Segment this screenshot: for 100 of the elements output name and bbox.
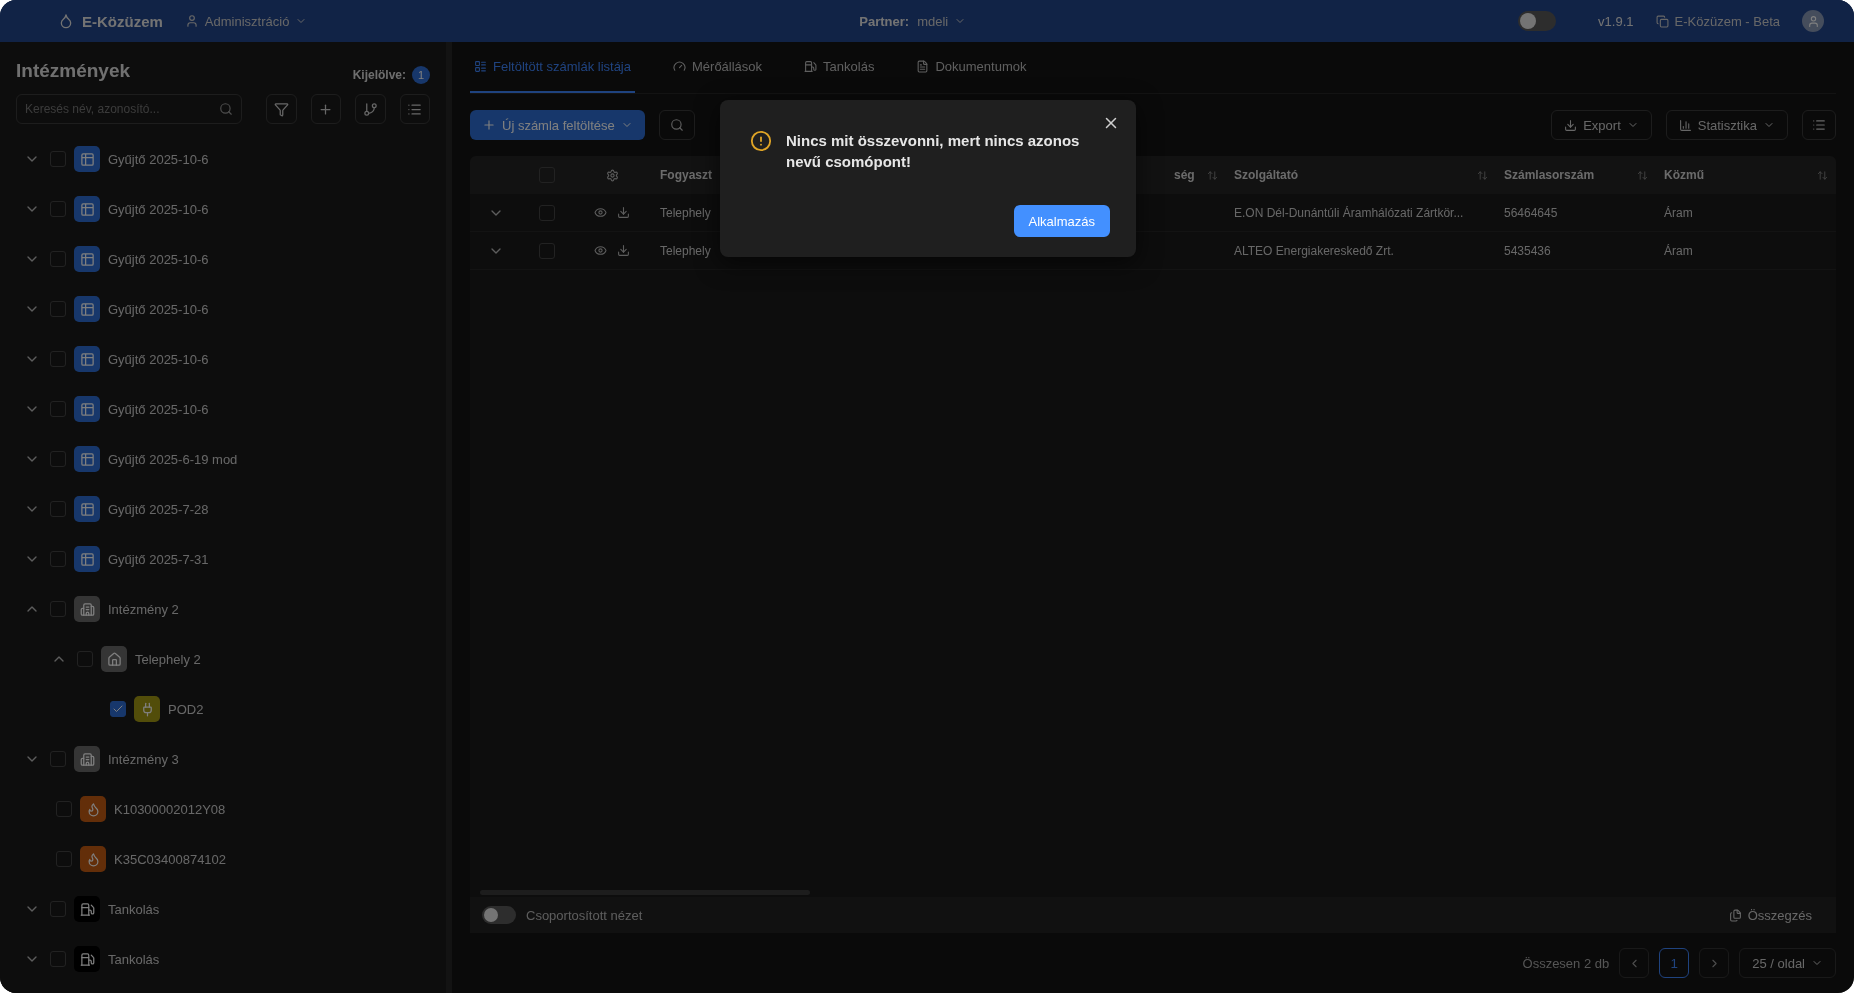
tree-item[interactable]: Gyűjtő 2025-6-19 mod: [108, 451, 238, 467]
apply-button[interactable]: Alkalmazás: [1013, 205, 1110, 237]
tree-item[interactable]: Gyűjtő 2025-10-6: [108, 401, 209, 417]
tab-icon: [673, 60, 686, 73]
tree-item[interactable]: Tankolás: [108, 951, 160, 967]
files-icon: [1728, 908, 1742, 922]
beta-link[interactable]: E-Közüzem - Beta: [1655, 6, 1780, 36]
bar-chart-icon: [1678, 118, 1692, 132]
page-size-select[interactable]: 25 / oldal: [1739, 948, 1836, 978]
view-icon[interactable]: [594, 244, 607, 257]
sort-icon[interactable]: [1207, 169, 1218, 181]
tree-item[interactable]: POD2: [168, 701, 204, 717]
plus-icon: [482, 118, 496, 132]
branch-icon: [362, 101, 378, 117]
plug-icon: [134, 696, 160, 722]
tab[interactable]: Tankolás: [800, 42, 879, 93]
download-icon[interactable]: [617, 244, 630, 257]
download-icon[interactable]: [617, 206, 630, 219]
add-button[interactable]: [310, 94, 341, 124]
column-header[interactable]: Fogyaszt: [652, 168, 722, 182]
theme-toggle[interactable]: [1518, 11, 1557, 31]
checkmark-icon: [112, 703, 124, 715]
column-header[interactable]: Számlasorszám: [1496, 168, 1656, 182]
house-icon: [101, 646, 127, 672]
tree-item[interactable]: Gyűjtő 2025-10-6: [108, 301, 209, 317]
fuel-pump-icon: [74, 946, 100, 972]
view-icon[interactable]: [594, 206, 607, 219]
tree-item[interactable]: Gyűjtő 2025-7-31: [108, 551, 209, 567]
tab-icon: [474, 60, 487, 73]
dialog-message: Nincs mit összevonni, mert nincs azonos nevű csomópont!: [786, 131, 1081, 172]
drop-icon: [58, 13, 74, 29]
flame-icon: [80, 796, 106, 822]
statistics-button[interactable]: Statisztika: [1665, 110, 1788, 140]
column-header[interactable]: Szolgáltató: [1226, 168, 1496, 182]
tree-item[interactable]: Gyűjtő 2025-10-6: [108, 201, 209, 217]
column-header[interactable]: ség: [1166, 168, 1226, 182]
plus-icon: [318, 101, 334, 117]
tree-item[interactable]: Gyűjtő 2025-7-28: [108, 501, 209, 517]
sort-icon[interactable]: [1637, 169, 1648, 181]
building-icon: [74, 596, 100, 622]
tab[interactable]: Dokumentumok: [912, 42, 1031, 93]
flame-icon: [80, 846, 106, 872]
partner-label: Partner:: [859, 13, 910, 29]
tab[interactable]: Mérőállások: [669, 42, 767, 93]
avatar-icon[interactable]: [1802, 10, 1824, 32]
tree-item[interactable]: Gyűjtő 2025-10-6: [108, 151, 209, 167]
partner-select[interactable]: mdeli: [917, 6, 967, 36]
table-cell-text: Telephely: [659, 243, 712, 258]
sort-icon[interactable]: [1477, 169, 1488, 181]
table-cell-text: E.ON Dél-Dunántúli Áramhálózati Zártkör...: [1233, 205, 1465, 220]
list-icon: [407, 101, 423, 117]
tree-item[interactable]: K10300002012Y08: [114, 801, 226, 817]
version-label: v1.9.1: [1598, 13, 1634, 29]
tree-item[interactable]: Gyűjtő 2025-10-6: [108, 351, 209, 367]
tree-item[interactable]: Gyűjtő 2025-10-6: [108, 251, 209, 267]
app-name: E-Közüzem: [82, 12, 163, 30]
page-button[interactable]: 1: [1659, 948, 1690, 978]
funnel-icon: [273, 101, 289, 117]
download-icon: [1564, 118, 1578, 132]
merge-button[interactable]: [355, 94, 386, 124]
grouped-view-label: Csoportosított nézet: [526, 907, 643, 923]
copy-icon: [1655, 14, 1669, 28]
tab-icon: [804, 60, 818, 73]
tree-item[interactable]: Tankolás: [108, 901, 160, 917]
total-count: Összesen 2 db: [1522, 955, 1610, 971]
columns-button[interactable]: [1802, 110, 1836, 140]
selected-label: Kijelölve:: [352, 68, 406, 82]
export-button[interactable]: Export: [1551, 110, 1652, 140]
filter-button[interactable]: [266, 94, 297, 124]
table-cell-text: Áram: [1663, 205, 1694, 220]
sort-icon[interactable]: [1817, 169, 1828, 181]
next-page-button[interactable]: [1699, 948, 1730, 978]
table-cell-text: Telephely: [659, 205, 712, 220]
search-icon[interactable]: [658, 110, 695, 140]
tree-item[interactable]: K35C03400874102: [114, 851, 227, 867]
summary-button[interactable]: Összegzés: [1716, 900, 1824, 930]
selected-count-badge: 1: [412, 66, 430, 84]
previous-page-button[interactable]: [1619, 948, 1650, 978]
building-icon: [74, 746, 100, 772]
tree-item[interactable]: Telephely 2: [135, 651, 201, 667]
settings-icon[interactable]: [605, 168, 619, 182]
list-button[interactable]: [399, 94, 430, 124]
tree-item[interactable]: Intézmény 2: [108, 601, 179, 617]
table-cell-text: Áram: [1663, 243, 1694, 258]
column-header[interactable]: Közmű: [1656, 168, 1836, 182]
upload-button[interactable]: Új számla feltöltése: [470, 110, 645, 140]
list-icon: [1812, 118, 1826, 132]
tab[interactable]: Feltöltött számlák listája: [470, 42, 635, 93]
tab-icon: [916, 60, 930, 73]
warning-icon: [750, 130, 772, 152]
checkbox[interactable]: [110, 701, 126, 717]
tree-item[interactable]: Intézmény 3: [108, 751, 179, 767]
sidebar-title: Intézmények: [16, 60, 131, 82]
search-icon[interactable]: [219, 102, 233, 116]
table-cell-text: 56464645: [1503, 205, 1559, 220]
table-cell-text: ALTEO Energiakereskedő Zrt.: [1233, 243, 1395, 258]
table-cell-text: 5435436: [1503, 243, 1552, 258]
admin-menu[interactable]: Adminisztráció: [184, 6, 308, 36]
user-icon: [184, 14, 199, 28]
grouped-view-toggle[interactable]: [482, 906, 516, 924]
